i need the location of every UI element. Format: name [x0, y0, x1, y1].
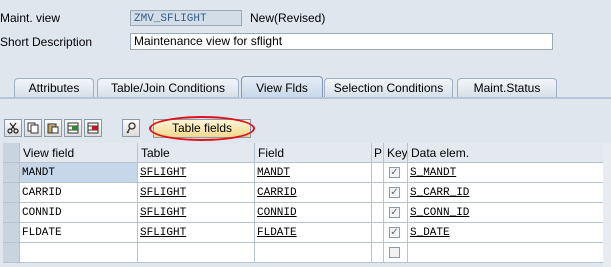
- insert-row-icon[interactable]: [64, 119, 82, 137]
- table-input[interactable]: [138, 243, 255, 263]
- maint-view-label: Maint. view: [0, 11, 61, 25]
- table-input[interactable]: SFLIGHT: [138, 183, 255, 203]
- table-value: SFLIGHT: [140, 167, 187, 179]
- col-header-p[interactable]: P: [372, 143, 384, 163]
- table-input[interactable]: SFLIGHT: [138, 223, 255, 243]
- tab-strip: Attributes Table/Join Conditions View Fl…: [0, 76, 611, 98]
- tab-table-join-conditions[interactable]: Table/Join Conditions: [97, 78, 239, 97]
- view-field-input[interactable]: CARRID: [20, 183, 138, 203]
- paste-icon[interactable]: [44, 119, 62, 137]
- tab-maint-status[interactable]: Maint.Status: [457, 78, 557, 97]
- select-all-cell[interactable]: [3, 143, 20, 163]
- key-cell: ✓: [384, 183, 408, 203]
- table-value: SFLIGHT: [140, 207, 187, 219]
- field-value: CARRID: [257, 187, 297, 199]
- tab-attributes[interactable]: Attributes: [14, 78, 94, 97]
- data-elem-input[interactable]: [408, 243, 606, 263]
- p-input[interactable]: [372, 243, 384, 263]
- row-selector[interactable]: [3, 183, 20, 203]
- maint-view-field[interactable]: ZMV_SFLIGHT: [130, 10, 242, 26]
- table-row: CONNID SFLIGHT CONNID ✓ S_CONN_ID: [3, 203, 611, 223]
- view-field-input[interactable]: FLDATE: [20, 223, 138, 243]
- tab-selection-conditions[interactable]: Selection Conditions: [324, 78, 453, 97]
- table-input[interactable]: SFLIGHT: [138, 203, 255, 223]
- field-input[interactable]: CONNID: [255, 203, 372, 223]
- short-description-label: Short Description: [0, 35, 93, 49]
- data-elem-input[interactable]: S_DATE: [408, 223, 606, 243]
- table-row: [3, 243, 611, 263]
- field-value: CONNID: [257, 207, 297, 219]
- col-header-view-field[interactable]: View field: [20, 143, 138, 163]
- table-row: FLDATE SFLIGHT FLDATE ✓ S_DATE: [3, 223, 611, 243]
- data-elem-value: S_MANDT: [410, 167, 457, 179]
- view-field-input[interactable]: CONNID: [20, 203, 138, 223]
- key-checkbox[interactable]: [389, 247, 400, 258]
- data-elem-value: S_CONN_ID: [410, 207, 470, 219]
- grid-header-row: View field Table Field P Key Data elem.: [3, 143, 611, 163]
- table-row: MANDT SFLIGHT MANDT ✓ S_MANDT: [3, 163, 611, 183]
- data-elem-input[interactable]: S_MANDT: [408, 163, 606, 183]
- view-field-input[interactable]: [20, 243, 138, 263]
- p-input[interactable]: [372, 223, 384, 243]
- table-row: CARRID SFLIGHT CARRID ✓ S_CARR_ID: [3, 183, 611, 203]
- delete-row-icon[interactable]: [84, 119, 102, 137]
- table-value: SFLIGHT: [140, 187, 187, 199]
- key-cell: ✓: [384, 163, 408, 183]
- cut-icon[interactable]: [4, 119, 22, 137]
- table-input[interactable]: SFLIGHT: [138, 163, 255, 183]
- field-input[interactable]: FLDATE: [255, 223, 372, 243]
- tab-divider: [0, 97, 611, 99]
- col-header-key[interactable]: Key: [384, 143, 408, 163]
- data-elem-value: S_DATE: [410, 227, 450, 239]
- key-cell: ✓: [384, 203, 408, 223]
- key-checkbox[interactable]: ✓: [389, 207, 400, 218]
- copy-icon[interactable]: [24, 119, 42, 137]
- key-checkbox[interactable]: ✓: [389, 187, 400, 198]
- view-field-input[interactable]: MANDT: [20, 163, 138, 183]
- data-elem-input[interactable]: S_CONN_ID: [408, 203, 606, 223]
- key-checkbox[interactable]: ✓: [389, 167, 400, 178]
- col-header-data-elem[interactable]: Data elem.: [408, 143, 606, 163]
- tab-view-flds[interactable]: View Flds: [241, 76, 323, 98]
- key-checkbox[interactable]: ✓: [389, 227, 400, 238]
- col-header-table[interactable]: Table: [138, 143, 255, 163]
- p-input[interactable]: [372, 183, 384, 203]
- field-value: MANDT: [257, 167, 291, 179]
- short-description-field[interactable]: Maintenance view for sflight: [130, 33, 553, 50]
- row-selector[interactable]: [3, 203, 20, 223]
- lock-key-icon[interactable]: [122, 119, 140, 137]
- table-fields-button[interactable]: Table fields: [153, 119, 251, 138]
- row-selector[interactable]: [3, 243, 20, 263]
- table-value: SFLIGHT: [140, 227, 187, 239]
- p-input[interactable]: [372, 163, 384, 183]
- col-header-field[interactable]: Field: [255, 143, 372, 163]
- p-input[interactable]: [372, 203, 384, 223]
- row-selector[interactable]: [3, 163, 20, 183]
- row-selector[interactable]: [3, 223, 20, 243]
- data-elem-value: S_CARR_ID: [410, 187, 470, 199]
- key-cell: ✓: [384, 223, 408, 243]
- field-value: FLDATE: [257, 227, 297, 239]
- vertical-scrollbar[interactable]: [603, 143, 611, 267]
- field-input[interactable]: CARRID: [255, 183, 372, 203]
- field-input[interactable]: [255, 243, 372, 263]
- key-cell: [384, 243, 408, 263]
- data-elem-input[interactable]: S_CARR_ID: [408, 183, 606, 203]
- field-input[interactable]: MANDT: [255, 163, 372, 183]
- status-text: New(Revised): [250, 11, 326, 25]
